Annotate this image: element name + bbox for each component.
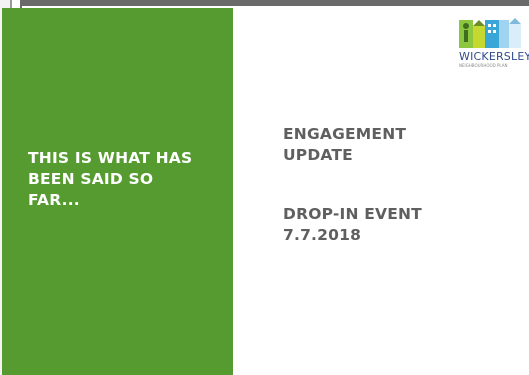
logo-wordmark: WICKERSLEY [459, 50, 529, 63]
drop-in-event-title: DROP-IN EVENT 7.7.2018 [283, 205, 422, 244]
engagement-update-title: ENGAGEMENT UPDATE [283, 125, 407, 164]
wickersley-logo: WICKERSLEY NEIGHBOURHOOD PLAN [455, 16, 529, 68]
wickersley-logo-icon [459, 18, 521, 48]
panel-heading: THIS IS WHAT HAS BEEN SAID SO FAR... [28, 149, 193, 209]
slide-viewer: THIS IS WHAT HAS BEEN SAID SO FAR... ENG… [0, 0, 529, 375]
logo-subtitle: NEIGHBOURHOOD PLAN [459, 63, 508, 68]
